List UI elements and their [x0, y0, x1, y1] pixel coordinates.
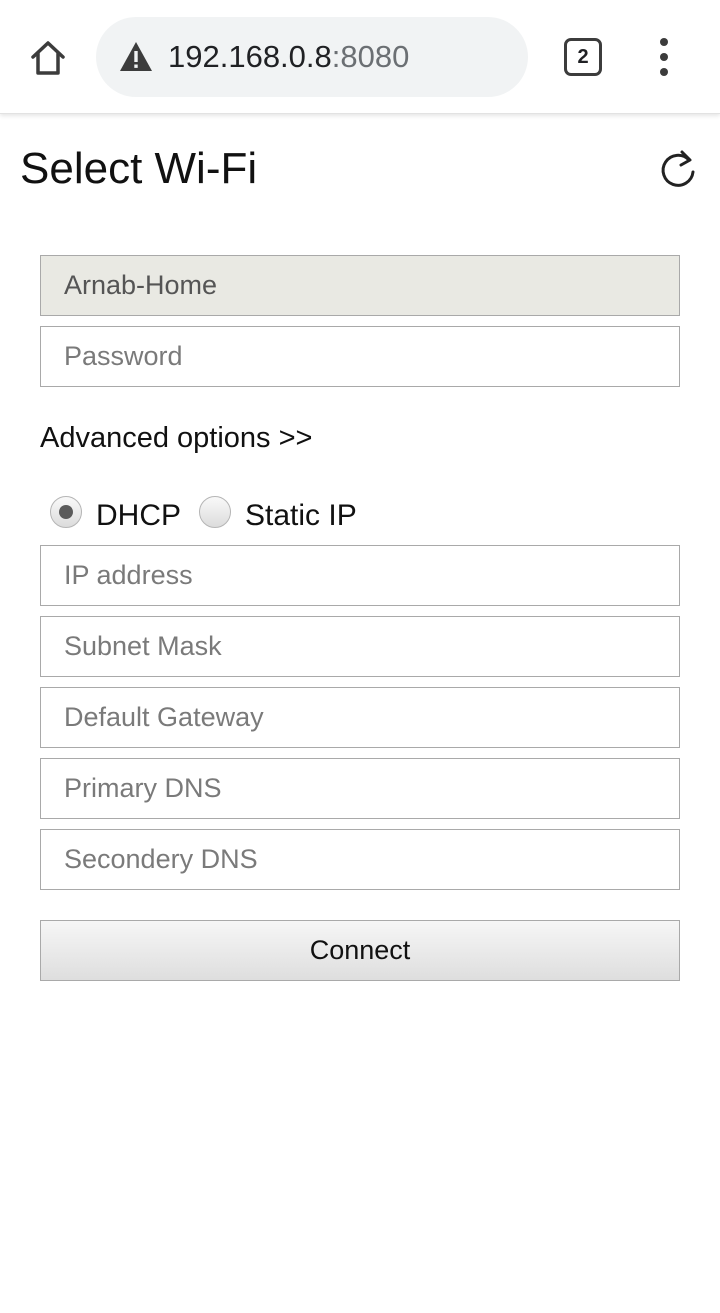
address-bar[interactable]: 192.168.0.8:8080: [96, 17, 528, 97]
warning-icon[interactable]: [118, 39, 154, 75]
home-button[interactable]: [22, 32, 74, 84]
browser-toolbar: 192.168.0.8:8080 2: [0, 0, 720, 114]
static-ip-radio[interactable]: [199, 496, 231, 528]
menu-button[interactable]: [646, 36, 682, 80]
url-host: 192.168.0.8: [168, 39, 332, 74]
dhcp-radio[interactable]: [50, 496, 82, 528]
url-text[interactable]: 192.168.0.8:8080: [168, 38, 409, 76]
tab-switcher-button[interactable]: 2: [564, 38, 602, 76]
default-gateway-field[interactable]: [40, 687, 680, 748]
primary-dns-field[interactable]: [40, 758, 680, 819]
page-title: Select Wi-Fi: [20, 144, 258, 193]
subnet-mask-field[interactable]: [40, 616, 680, 677]
home-icon: [31, 41, 65, 75]
refresh-button[interactable]: [654, 146, 702, 194]
url-port: :8080: [331, 39, 410, 74]
refresh-icon: [661, 150, 695, 187]
dhcp-label[interactable]: DHCP: [96, 498, 181, 534]
ssid-field[interactable]: [40, 255, 680, 316]
password-field[interactable]: [40, 326, 680, 387]
more-vert-icon: [660, 38, 668, 76]
secondary-dns-field[interactable]: [40, 829, 680, 890]
ip-address-field[interactable]: [40, 545, 680, 606]
connect-button[interactable]: Connect: [40, 920, 680, 981]
advanced-options-link[interactable]: Advanced options >>: [40, 420, 312, 456]
static-ip-label[interactable]: Static IP: [245, 498, 357, 534]
